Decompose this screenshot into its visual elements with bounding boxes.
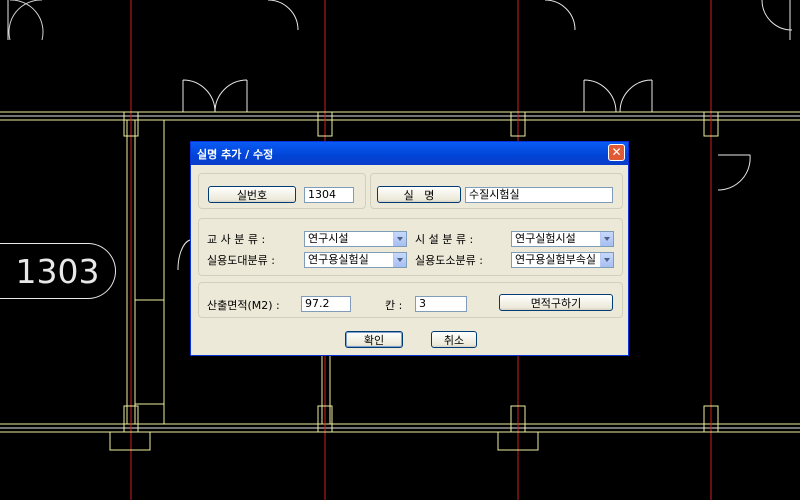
facility-class-label: 시 설 분 류 : bbox=[415, 233, 474, 246]
school-class-label: 교 사 분 류 : bbox=[207, 233, 266, 246]
room-number-button[interactable]: 실번호 bbox=[208, 186, 296, 203]
bay-input[interactable]: 3 bbox=[415, 296, 467, 312]
close-icon[interactable]: ✕ bbox=[608, 144, 625, 161]
chevron-down-icon[interactable] bbox=[600, 232, 613, 246]
room-name-button[interactable]: 실 명 bbox=[377, 186, 461, 203]
dialog-title: 실명 추가 / 수정 bbox=[197, 147, 274, 161]
room-number-input[interactable]: 1304 bbox=[304, 187, 354, 203]
facility-class-select[interactable]: 연구실험시설 bbox=[511, 231, 614, 247]
dialog-titlebar[interactable]: 실명 추가 / 수정 ✕ bbox=[191, 142, 628, 165]
facility-class-value: 연구실험시설 bbox=[515, 232, 576, 245]
room-edit-dialog: 실명 추가 / 수정 ✕ 실번호 1304 실 명 수질시험실 교 사 분 류 … bbox=[190, 141, 629, 356]
use-minor-value: 연구용실험부속실 bbox=[515, 253, 596, 266]
school-class-select[interactable]: 연구시설 bbox=[304, 231, 407, 247]
area-input[interactable]: 97.2 bbox=[301, 296, 351, 312]
use-major-label: 실용도대분류 : bbox=[207, 254, 275, 267]
use-major-value: 연구용실험실 bbox=[308, 253, 369, 266]
use-minor-select[interactable]: 연구용실험부속실 bbox=[511, 252, 614, 268]
room-number-tag: 1303 bbox=[0, 243, 116, 299]
ok-button[interactable]: 확인 bbox=[345, 331, 403, 348]
calc-area-button[interactable]: 면적구하기 bbox=[499, 294, 613, 311]
chevron-down-icon[interactable] bbox=[600, 253, 613, 267]
area-label: 산출면적(M2) : bbox=[207, 299, 280, 312]
chevron-down-icon[interactable] bbox=[393, 253, 406, 267]
room-name-input[interactable]: 수질시험실 bbox=[465, 187, 613, 203]
chevron-down-icon[interactable] bbox=[393, 232, 406, 246]
school-class-value: 연구시설 bbox=[308, 232, 349, 245]
cancel-button[interactable]: 취소 bbox=[431, 331, 477, 348]
use-major-select[interactable]: 연구용실험실 bbox=[304, 252, 407, 268]
use-minor-label: 실용도소분류 : bbox=[415, 254, 483, 267]
bay-label: 칸 : bbox=[385, 299, 403, 312]
